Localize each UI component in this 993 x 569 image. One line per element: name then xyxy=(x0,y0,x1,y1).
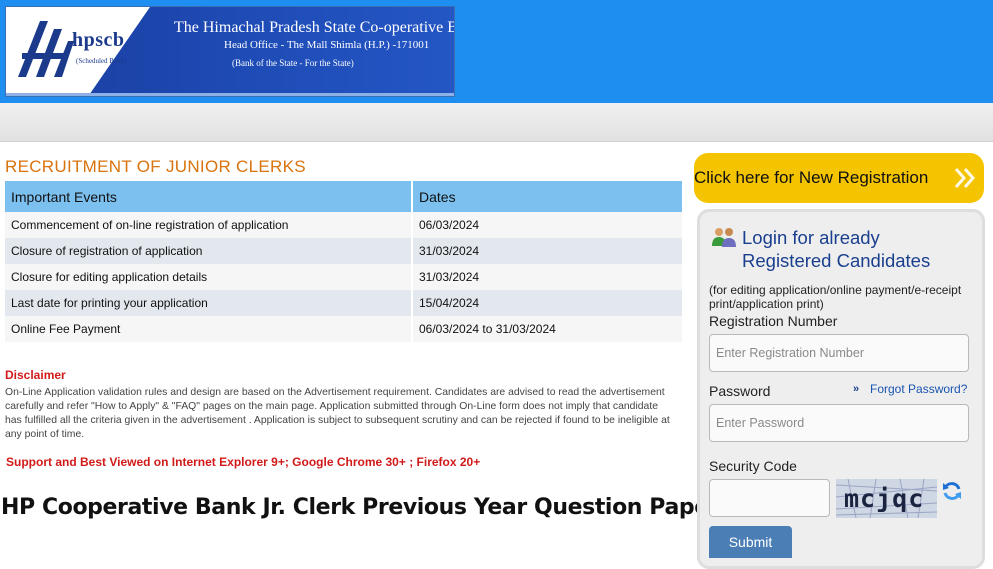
column-header-events: Important Events xyxy=(5,181,413,212)
column-header-dates: Dates xyxy=(412,181,684,212)
date-cell: 06/03/2024 to 31/03/2024 xyxy=(412,316,684,342)
event-cell: Closure for editing application details xyxy=(5,264,413,290)
users-icon xyxy=(712,228,736,247)
nav-bar xyxy=(0,103,993,142)
table-row: Last date for printing your application … xyxy=(5,290,684,316)
table-header-row: Important Events Dates xyxy=(5,181,684,212)
security-code-label: Security Code xyxy=(709,458,797,474)
captcha-text: mcjqc xyxy=(844,484,925,513)
date-cell: 06/03/2024 xyxy=(412,212,684,238)
bank-name: The Himachal Pradesh State Co-operative … xyxy=(174,19,454,36)
banner-stripe xyxy=(6,93,454,96)
disclaimer-text: On-Line Application validation rules and… xyxy=(5,387,670,440)
event-cell: Closure of registration of application xyxy=(5,238,413,264)
security-code-input[interactable] xyxy=(709,479,830,517)
double-chevron-small-icon: » xyxy=(853,383,860,395)
submit-button[interactable]: Submit xyxy=(709,526,792,558)
bank-address: Head Office - The Mall Shimla (H.P.) -17… xyxy=(224,39,430,51)
event-cell: Commencement of on-line registration of … xyxy=(5,212,413,238)
refresh-icon[interactable] xyxy=(941,480,963,502)
bank-banner[interactable]: hpscb (Scheduled Bank) The Himachal Prad… xyxy=(5,6,455,97)
double-chevron-right-icon xyxy=(954,168,976,188)
forgot-password-link[interactable]: Forgot Password? xyxy=(870,382,967,396)
event-cell: Online Fee Payment xyxy=(5,316,413,342)
table-row: Closure for editing application details … xyxy=(5,264,684,290)
page-title: RECRUITMENT OF JUNIOR CLERKS xyxy=(5,157,306,176)
date-cell: 15/04/2024 xyxy=(412,290,684,316)
password-label: Password xyxy=(709,383,771,399)
login-heading-line1: Login for already xyxy=(742,227,880,248)
event-cell: Last date for printing your application xyxy=(5,290,413,316)
disclaimer-title: Disclaimer xyxy=(5,368,66,382)
table-row: Commencement of on-line registration of … xyxy=(5,212,684,238)
login-heading-line2: Registered Candidates xyxy=(742,250,931,271)
date-cell: 31/03/2024 xyxy=(412,264,684,290)
date-cell: 31/03/2024 xyxy=(412,238,684,264)
password-input[interactable] xyxy=(709,404,969,442)
hpscb-logo-icon xyxy=(18,21,74,77)
table-row: Closure of registration of application 3… xyxy=(5,238,684,264)
new-registration-button[interactable]: Click here for New Registration xyxy=(694,153,984,203)
article-title: HP Cooperative Bank Jr. Clerk Previous Y… xyxy=(1,495,720,520)
registration-number-label: Registration Number xyxy=(709,313,838,329)
table-row: Online Fee Payment 06/03/2024 to 31/03/2… xyxy=(5,316,684,342)
login-note: (for editing application/online payment/… xyxy=(709,283,962,311)
logo-subtext: (Scheduled Bank) xyxy=(76,57,127,65)
browser-support-note: Support and Best Viewed on Internet Expl… xyxy=(6,455,481,469)
new-registration-label: Click here for New Registration xyxy=(694,168,929,187)
registration-number-input[interactable] xyxy=(709,334,969,372)
important-events-table: Important Events Dates Commencement of o… xyxy=(5,181,684,342)
site-header: hpscb (Scheduled Bank) The Himachal Prad… xyxy=(0,0,993,103)
logo-text: hpscb xyxy=(72,29,125,51)
bank-tagline: (Bank of the State - For the State) xyxy=(232,58,354,68)
